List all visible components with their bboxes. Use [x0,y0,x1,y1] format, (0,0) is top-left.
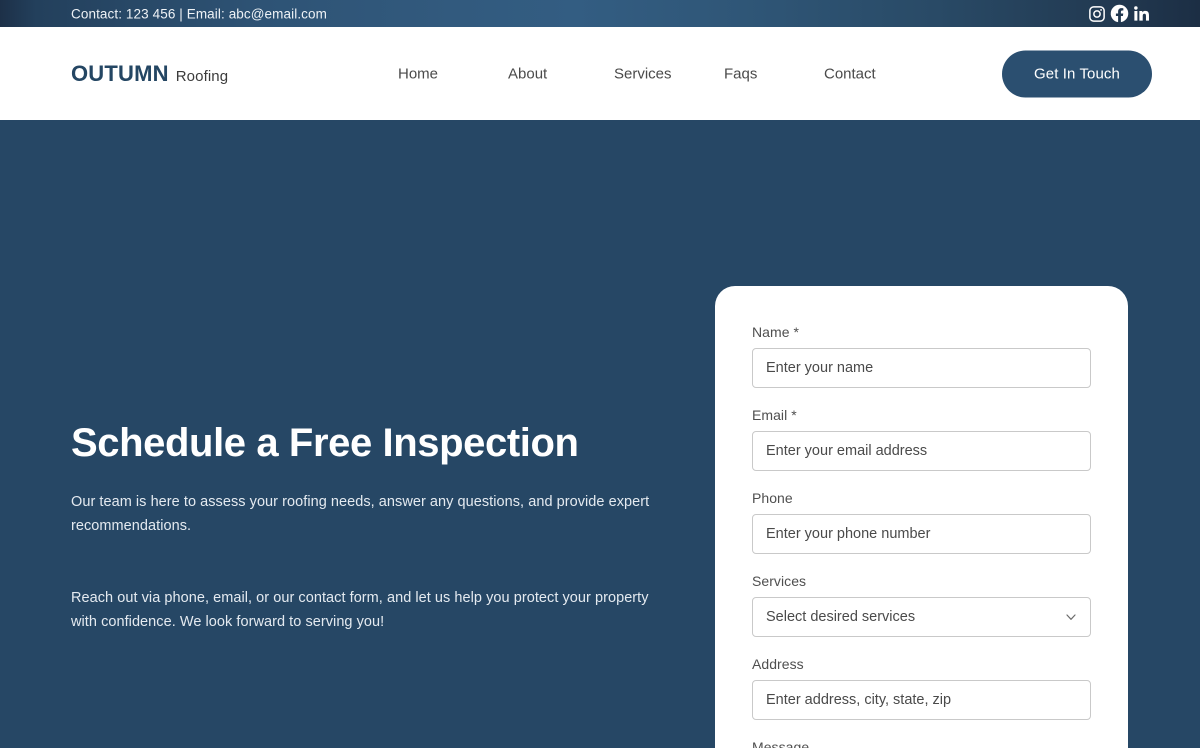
phone-field-label: Phone [752,490,793,506]
nav-link-services[interactable]: Services [614,59,724,88]
services-select[interactable]: Select desired services [752,597,1091,637]
main-navigation: Home About Services Faqs Contact [398,59,904,88]
social-links [1086,0,1152,27]
hero-paragraph-1: Our team is here to assess your roofing … [71,494,650,534]
address-field-label: Address [752,656,804,672]
logo-brand-subtitle: Roofing [175,67,229,85]
top-utility-bar: Contact: 123 456 | Email: abc@email.com [0,0,1200,27]
nav-link-faqs[interactable]: Faqs [724,59,824,88]
field-message: Message [752,739,1091,748]
hero-section: Schedule a Free Inspection Our team is h… [0,120,1200,748]
facebook-icon[interactable] [1108,3,1130,25]
contact-info-text: Contact: 123 456 | Email: abc@email.com [71,6,327,21]
name-field-label: Name * [752,324,799,340]
hero-paragraph-2: Reach out via phone, email, or our conta… [71,590,649,630]
site-logo[interactable]: OUTUMN Roofing [71,61,228,87]
phone-input[interactable] [752,514,1091,554]
name-input[interactable] [752,348,1091,388]
landing-page: Contact: 123 456 | Email: abc@email.com [0,0,1200,748]
get-in-touch-button[interactable]: Get In Touch [1002,50,1152,97]
nav-link-home[interactable]: Home [398,59,508,88]
field-phone: Phone [752,490,1091,554]
field-name: Name * [752,324,1091,388]
contact-form-card: Name * Email * Phone Services Select des… [715,286,1128,748]
email-field-label: Email * [752,407,797,423]
logo-brand-name: OUTUMN [71,60,169,86]
message-field-label: Message [752,739,810,748]
field-email: Email * [752,407,1091,471]
nav-link-about[interactable]: About [508,59,614,88]
field-address: Address [752,656,1091,720]
instagram-icon[interactable] [1086,3,1108,25]
linkedin-icon[interactable] [1130,3,1152,25]
services-select-wrapper: Select desired services [752,597,1091,637]
email-input[interactable] [752,431,1091,471]
hero-copy: Schedule a Free Inspection Our team is h… [71,420,671,634]
services-field-label: Services [752,573,807,589]
page-title: Schedule a Free Inspection [71,421,579,465]
address-input[interactable] [752,680,1091,720]
site-header: OUTUMN Roofing Home About Services Faqs … [0,27,1200,120]
nav-link-contact[interactable]: Contact [824,59,904,88]
field-services: Services Select desired services [752,573,1091,637]
